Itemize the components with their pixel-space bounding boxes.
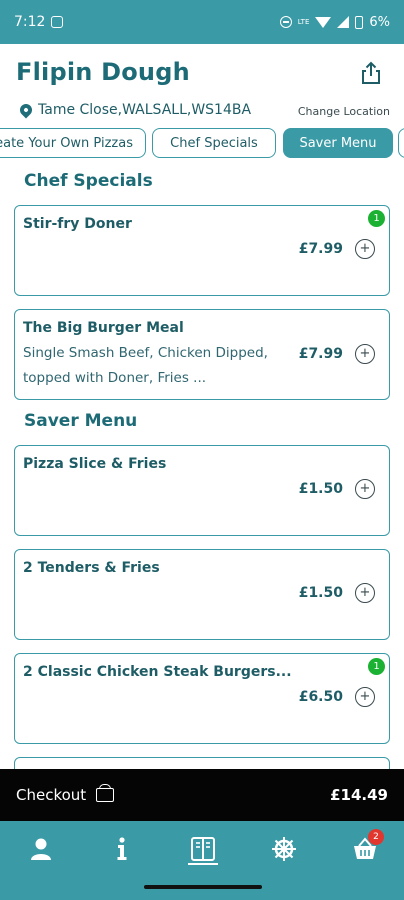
battery-level: 6% <box>369 14 390 30</box>
item-name: Pizza Slice & Fries <box>23 456 167 472</box>
item-description: Single Smash Beef, Chicken Dipped, toppe… <box>23 345 268 386</box>
basket-icon <box>96 784 115 802</box>
item-name: 2 Classic Chicken Steak Burgers... <box>23 664 292 680</box>
delivery-location: Tame Close,WALSALL,WS14BA <box>17 101 252 119</box>
menu-item-card[interactable]: Pizza Slice & Fries £1.50 + <box>14 445 390 536</box>
menu-item-card[interactable]: The Big Burger Meal Single Smash Beef, C… <box>14 309 390 400</box>
checkout-bar[interactable]: Checkout £14.49 <box>0 769 404 821</box>
add-item-button[interactable]: + <box>355 479 375 499</box>
add-item-button[interactable]: + <box>355 687 375 707</box>
wifi-icon <box>315 16 332 28</box>
item-price: £6.50 <box>298 689 343 705</box>
notification-icon <box>51 16 64 28</box>
menu-item-card[interactable]: 2 Classic Chicken Steak Burgers... £6.50… <box>14 653 390 744</box>
home-indicator <box>144 885 262 889</box>
dnd-icon <box>279 16 292 28</box>
share-icon[interactable] <box>358 60 384 86</box>
tab-chef-specials[interactable]: Chef Specials <box>152 128 276 158</box>
section-title-saver-menu: Saver Menu <box>24 411 138 431</box>
tab-create-your-own-pizzas[interactable]: Create Your Own Pizzas <box>0 128 146 158</box>
add-item-button[interactable]: + <box>355 344 375 364</box>
tab-next-category[interactable] <box>398 128 404 158</box>
item-price: £1.50 <box>298 481 343 497</box>
signal-icon <box>337 16 350 28</box>
restaurant-header: Flipin Dough Tame Close,WALSALL,WS14BA C… <box>0 44 404 128</box>
restaurant-title: Flipin Dough <box>16 58 190 86</box>
menu-icon[interactable] <box>189 835 217 863</box>
menu-item-card[interactable]: 2 Tenders & Fries £1.50 + <box>14 549 390 640</box>
status-time: 7:12 <box>14 14 46 30</box>
checkout-total: £14.49 <box>330 786 388 804</box>
menu-item-card[interactable]: Stir-fry Doner £7.99 + 1 <box>14 205 390 296</box>
info-icon[interactable] <box>108 835 136 863</box>
tab-saver-menu[interactable]: Saver Menu <box>283 128 393 158</box>
location-pin-icon <box>17 101 35 119</box>
item-name: The Big Burger Meal <box>23 320 184 336</box>
profile-icon[interactable] <box>27 835 55 863</box>
item-price: £7.99 <box>298 346 343 362</box>
location-text: Tame Close,WALSALL,WS14BA <box>38 102 252 118</box>
quantity-badge: 1 <box>368 658 385 675</box>
section-title-chef-specials: Chef Specials <box>24 171 153 191</box>
add-item-button[interactable]: + <box>355 239 375 259</box>
add-item-button[interactable]: + <box>355 583 375 603</box>
lte-icon: LTE <box>297 17 310 26</box>
item-price: £1.50 <box>298 585 343 601</box>
item-price: £7.99 <box>298 241 343 257</box>
active-tab-indicator <box>188 863 218 865</box>
item-name: Stir-fry Doner <box>23 216 132 232</box>
category-tabs: Create Your Own Pizzas Chef Specials Sav… <box>0 128 404 160</box>
battery-icon <box>355 15 364 29</box>
settings-icon[interactable] <box>270 835 298 863</box>
change-location-link[interactable]: Change Location <box>298 105 390 118</box>
status-bar: 7:12 LTE 6% <box>0 0 404 44</box>
quantity-badge: 1 <box>368 210 385 227</box>
item-name: 2 Tenders & Fries <box>23 560 160 576</box>
cart-count-badge: 2 <box>368 829 384 845</box>
checkout-label[interactable]: Checkout <box>16 786 86 804</box>
